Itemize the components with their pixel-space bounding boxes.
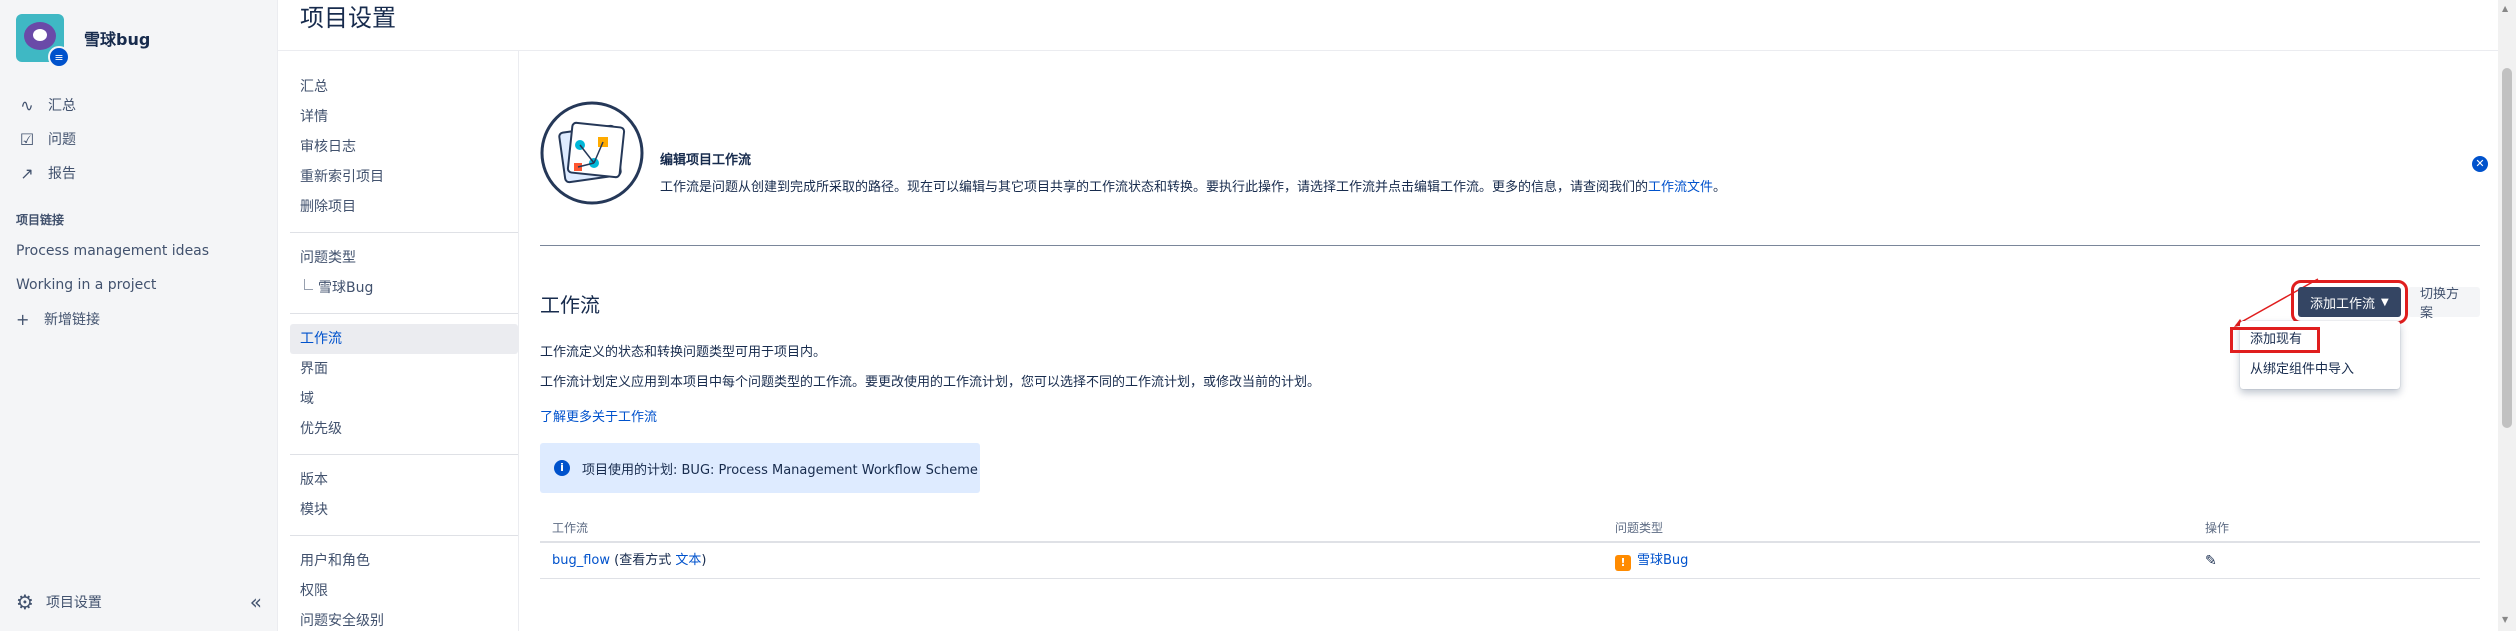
actions-cell: ✎ xyxy=(2205,543,2217,580)
settings-nav-details[interactable]: 详情 xyxy=(290,102,518,132)
workflow-intro: 编辑项目工作流 工作流是问题从创建到完成所采取的路径。现在可以编辑与其它项目共享… xyxy=(540,101,2490,221)
sidebar-item-summary[interactable]: ∿ 汇总 xyxy=(16,88,266,122)
sidebar-item-label: 报告 xyxy=(48,166,76,182)
collapse-sidebar-icon[interactable]: « xyxy=(250,590,262,614)
info-icon: i xyxy=(554,460,570,476)
scrollbar-thumb[interactable] xyxy=(2502,68,2512,428)
workflow-docs-link[interactable]: 工作流文件 xyxy=(1648,180,1713,195)
project-header[interactable]: ≡ 雪球bug xyxy=(16,14,151,68)
workflow-heading: 工作流 xyxy=(540,293,600,317)
sidebar-item-label: 汇总 xyxy=(48,98,76,114)
project-avatar: ≡ xyxy=(16,14,70,68)
project-sidebar: ≡ 雪球bug ∿ 汇总 ☑ 问题 ↗ 报告 项目链接 Process mana… xyxy=(0,0,278,631)
plus-icon: + xyxy=(16,309,30,329)
sidebar-item-issues[interactable]: ☑ 问题 xyxy=(16,122,266,156)
settings-nav: 汇总 详情 审核日志 重新索引项目 删除项目 问题类型 雪球Bug 工作流 界面… xyxy=(290,72,518,631)
intro-text: 工作流是问题从创建到完成所采取的路径。现在可以编辑与其它项目共享的工作流状态和转… xyxy=(660,177,1830,199)
document-icon: ≡ xyxy=(48,46,70,68)
add-workflow-button[interactable]: 添加工作流 ▼ xyxy=(2291,280,2408,324)
add-link-label: 新增链接 xyxy=(44,312,100,328)
settings-nav-fields[interactable]: 域 xyxy=(290,384,518,414)
workflow-illustration xyxy=(540,101,644,205)
intro-title: 编辑项目工作流 xyxy=(660,153,752,168)
view-as-prefix: (查看方式 xyxy=(614,553,672,568)
learn-more-link[interactable]: 了解更多关于工作流 xyxy=(540,406,657,425)
main-content: 编辑项目工作流 工作流是问题从创建到完成所采取的路径。现在可以编辑与其它项目共享… xyxy=(540,51,2488,631)
activity-icon: ∿ xyxy=(20,95,34,115)
settings-nav-users-roles[interactable]: 用户和角色 xyxy=(290,546,518,576)
table-row: bug_flow (查看方式 文本) ! 雪球Bug ✎ xyxy=(540,543,2480,579)
divider xyxy=(518,51,519,631)
settings-nav-reindex[interactable]: 重新索引项目 xyxy=(290,162,518,192)
workflow-scheme-description: 工作流计划定义应用到本项目中每个问题类型的工作流。要更改使用的工作流计划，您可以… xyxy=(540,375,1321,390)
issue-type-cell: ! 雪球Bug xyxy=(1615,543,1688,579)
scroll-up-icon[interactable]: ▲ xyxy=(2502,4,2508,13)
settings-nav-summary[interactable]: 汇总 xyxy=(290,72,518,102)
intro-body: 工作流是问题从创建到完成所采取的路径。现在可以编辑与其它项目共享的工作流状态和转… xyxy=(660,180,1649,195)
view-as-text-link[interactable]: 文本 xyxy=(675,553,701,568)
scroll-down-icon[interactable]: ▼ xyxy=(2502,615,2508,624)
menu-item-import-from-bundle[interactable]: 从绑定组件中导入 xyxy=(2240,355,2400,385)
page-title: 项目设置 xyxy=(300,4,396,32)
annotation-highlight xyxy=(2230,327,2320,353)
sidebar-item-reports[interactable]: ↗ 报告 xyxy=(16,156,266,190)
sidebar-nav: ∿ 汇总 ☑ 问题 ↗ 报告 项目链接 Process management i… xyxy=(16,88,266,336)
settings-nav-priorities[interactable]: 优先级 xyxy=(290,414,518,444)
page-scrollbar[interactable]: ▲ ▼ xyxy=(2498,0,2516,631)
settings-nav-audit-log[interactable]: 审核日志 xyxy=(290,132,518,162)
scheme-info-text: 项目使用的计划: BUG: Process Management Workflo… xyxy=(582,462,978,478)
project-settings-link[interactable]: ⚙ 项目设置 xyxy=(16,590,102,614)
project-link[interactable]: Process management ideas xyxy=(16,234,266,268)
project-links-title: 项目链接 xyxy=(16,213,65,227)
settings-nav-issue-types[interactable]: 问题类型 xyxy=(290,243,518,273)
table-header: 工作流 问题类型 操作 xyxy=(540,513,2480,543)
settings-nav-issue-security[interactable]: 问题安全级别 xyxy=(290,606,518,631)
workflow-description: 工作流定义的状态和转换问题类型可用于项目内。 xyxy=(540,345,827,360)
settings-nav-screens[interactable]: 界面 xyxy=(290,354,518,384)
project-link[interactable]: Working in a project xyxy=(16,268,266,302)
switch-scheme-button[interactable]: 切换方案 xyxy=(2408,287,2480,321)
project-name: 雪球bug xyxy=(84,30,151,49)
sidebar-item-label: 问题 xyxy=(48,132,76,148)
gear-icon: ⚙ xyxy=(16,590,34,614)
issue-type-link[interactable]: 雪球Bug xyxy=(1637,553,1688,568)
divider xyxy=(290,535,518,536)
divider xyxy=(290,454,518,455)
divider xyxy=(540,245,2480,246)
bug-icon: ! xyxy=(1615,555,1631,571)
sidebar-footer: ⚙ 项目设置 « xyxy=(16,590,262,614)
issues-icon: ☑ xyxy=(19,129,35,149)
divider xyxy=(290,313,518,314)
workflow-table: 工作流 问题类型 操作 bug_flow (查看方式 文本) ! 雪球Bug ✎ xyxy=(540,513,2480,579)
column-header-issue-type: 问题类型 xyxy=(1615,521,1664,535)
column-header-workflow: 工作流 xyxy=(552,521,589,535)
divider xyxy=(290,232,518,233)
workflow-cell: bug_flow (查看方式 文本) xyxy=(552,543,706,579)
column-header-actions: 操作 xyxy=(2205,521,2230,535)
view-as-suffix: ) xyxy=(701,553,707,568)
add-workflow-label: 添加工作流 xyxy=(2310,296,2376,312)
reports-icon: ↗ xyxy=(20,163,34,183)
scheme-info-box: i 项目使用的计划: BUG: Process Management Workf… xyxy=(540,443,980,493)
settings-nav-delete-project[interactable]: 删除项目 xyxy=(290,192,518,222)
settings-nav-permissions[interactable]: 权限 xyxy=(290,576,518,606)
close-icon[interactable]: ✕ xyxy=(2472,156,2488,172)
settings-nav-components[interactable]: 模块 xyxy=(290,495,518,525)
edit-icon[interactable]: ✎ xyxy=(2205,553,2217,569)
settings-nav-versions[interactable]: 版本 xyxy=(290,465,518,495)
add-link-button[interactable]: + 新增链接 xyxy=(16,302,266,336)
intro-end: 。 xyxy=(1713,180,1727,195)
settings-nav-workflows[interactable]: 工作流 xyxy=(290,324,518,354)
settings-nav-issue-type-sub[interactable]: 雪球Bug xyxy=(290,273,518,303)
project-settings-label: 项目设置 xyxy=(45,595,102,611)
workflow-name-link[interactable]: bug_flow xyxy=(552,553,610,568)
chevron-down-icon: ▼ xyxy=(2381,296,2389,308)
